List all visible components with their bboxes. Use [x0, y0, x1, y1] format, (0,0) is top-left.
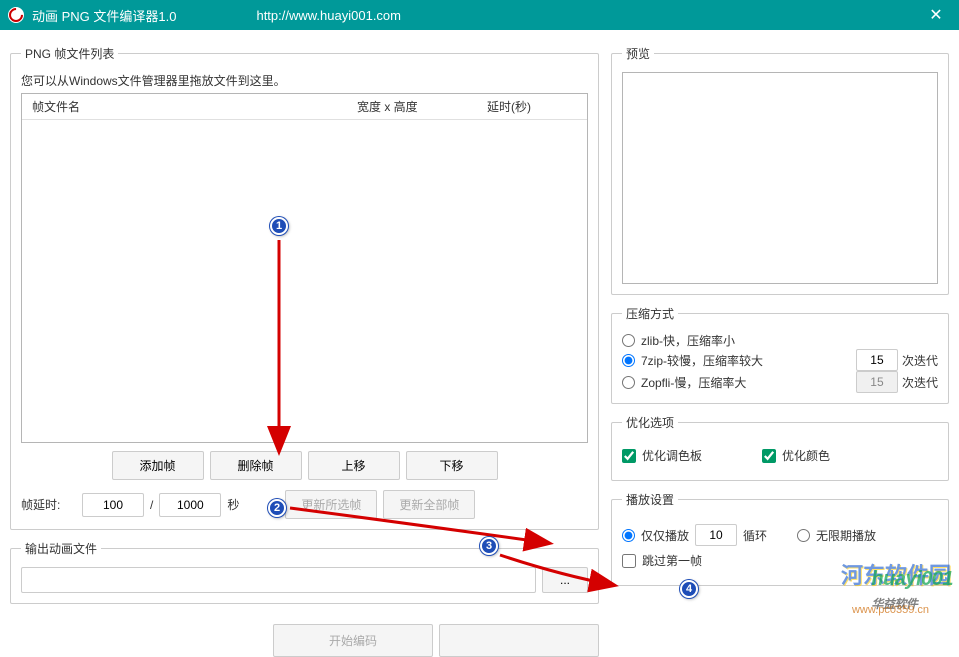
color-checkbox[interactable] — [762, 449, 776, 463]
zopfli-radio[interactable] — [622, 376, 635, 389]
frame-list-header: 帧文件名 宽度 x 高度 延时(秒) — [22, 94, 587, 120]
badge-3: 3 — [480, 537, 498, 555]
col-delay[interactable]: 延时(秒) — [487, 98, 587, 115]
sevenzip-radio[interactable] — [622, 354, 635, 367]
preview-fieldset: 预览 — [611, 45, 949, 295]
output-legend: 输出动画文件 — [21, 540, 101, 557]
preview-area — [622, 72, 938, 284]
titlebar: 动画 PNG 文件编译器1.0 http://www.huayi001.com … — [0, 0, 959, 30]
app-icon — [8, 7, 24, 23]
frame-list-fieldset: PNG 帧文件列表 您可以从Windows文件管理器里拖放文件到这里。 帧文件名… — [10, 45, 599, 530]
only-play-label: 仅仅播放 — [641, 527, 689, 544]
playback-legend: 播放设置 — [622, 491, 678, 508]
encode-button[interactable]: 开始编码 — [273, 624, 433, 657]
update-selected-button[interactable]: 更新所选帧 — [285, 490, 377, 519]
col-dimensions[interactable]: 宽度 x 高度 — [357, 98, 487, 115]
preview-legend: 预览 — [622, 45, 654, 62]
palette-label: 优化调色板 — [642, 447, 702, 464]
optimization-fieldset: 优化选项 优化调色板 优化颜色 — [611, 414, 949, 481]
zopfli-iter-input[interactable] — [856, 371, 898, 393]
delay-label: 帧延时: — [21, 496, 76, 513]
optimization-legend: 优化选项 — [622, 414, 678, 431]
badge-4: 4 — [680, 580, 698, 598]
infinite-label: 无限期播放 — [816, 527, 876, 544]
sevenzip-label: 7zip-较慢，压缩率较大 — [641, 352, 763, 369]
delay-denominator-input[interactable] — [159, 493, 221, 517]
delay-unit: 秒 — [227, 496, 239, 513]
delay-slash: / — [150, 498, 153, 512]
add-frame-button[interactable]: 添加帧 — [112, 451, 204, 480]
badge-2: 2 — [268, 499, 286, 517]
sevenzip-iter-input[interactable] — [856, 349, 898, 371]
move-down-button[interactable]: 下移 — [406, 451, 498, 480]
update-all-button[interactable]: 更新全部帧 — [383, 490, 475, 519]
loop-count-input[interactable] — [695, 524, 737, 546]
app-title: 动画 PNG 文件编译器1.0 — [32, 6, 176, 25]
compression-legend: 压缩方式 — [622, 305, 678, 322]
skip-first-label: 跳过第一帧 — [642, 552, 702, 569]
loop-label: 循环 — [743, 527, 767, 544]
frame-list-legend: PNG 帧文件列表 — [21, 45, 118, 62]
palette-checkbox[interactable] — [622, 449, 636, 463]
color-label: 优化颜色 — [782, 447, 830, 464]
output-path-input[interactable] — [21, 567, 536, 593]
skip-first-checkbox[interactable] — [622, 554, 636, 568]
drag-hint: 您可以从Windows文件管理器里拖放文件到这里。 — [21, 72, 588, 89]
zopfli-label: Zopfli-慢，压缩率大 — [641, 374, 746, 391]
col-filename[interactable]: 帧文件名 — [22, 98, 357, 115]
move-up-button[interactable]: 上移 — [308, 451, 400, 480]
infinite-radio[interactable] — [797, 529, 810, 542]
badge-1: 1 — [270, 217, 288, 235]
delete-frame-button[interactable]: 删除帧 — [210, 451, 302, 480]
iter-label-1: 次迭代 — [902, 352, 938, 369]
zlib-label: zlib-快，压缩率小 — [641, 332, 735, 349]
output-fieldset: 输出动画文件 ... — [10, 540, 599, 604]
compression-fieldset: 压缩方式 zlib-快，压缩率小 7zip-较慢，压缩率较大 次迭代 — [611, 305, 949, 404]
zlib-radio[interactable] — [622, 334, 635, 347]
close-button[interactable]: ✕ — [913, 0, 959, 30]
app-url: http://www.huayi001.com — [256, 8, 401, 23]
frame-list[interactable]: 帧文件名 宽度 x 高度 延时(秒) — [21, 93, 588, 443]
browse-button[interactable]: ... — [542, 567, 588, 593]
only-play-radio[interactable] — [622, 529, 635, 542]
iter-label-2: 次迭代 — [902, 374, 938, 391]
secondary-button[interactable] — [439, 624, 599, 657]
delay-numerator-input[interactable] — [82, 493, 144, 517]
watermark-url: www.pc0359.cn — [852, 604, 929, 616]
